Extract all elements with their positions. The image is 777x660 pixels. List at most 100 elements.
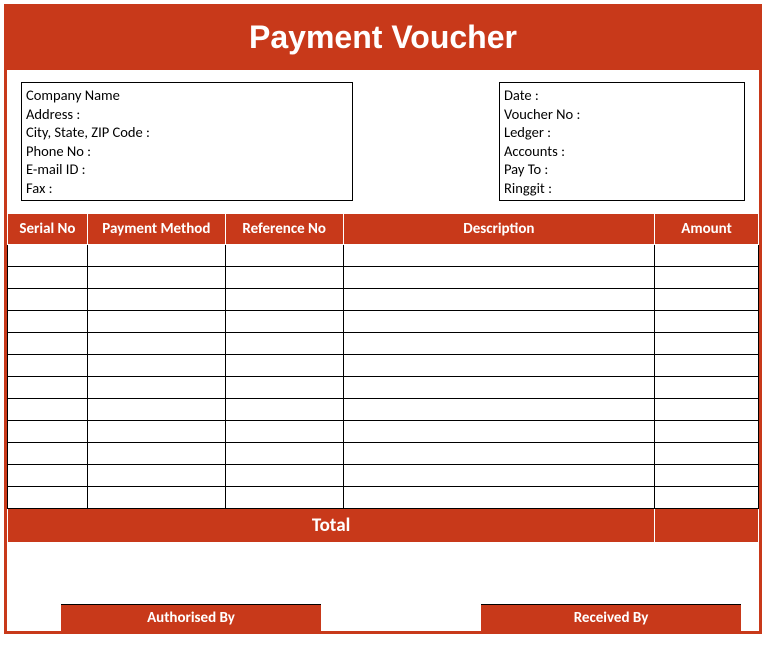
table-cell[interactable]: [8, 311, 88, 333]
company-name-label: Company Name: [26, 86, 346, 105]
table-cell[interactable]: [343, 333, 654, 355]
email-label: E-mail ID :: [26, 160, 346, 179]
received-block: Received By: [481, 545, 741, 631]
received-label: Received By: [481, 605, 741, 631]
table-cell[interactable]: [87, 421, 225, 443]
table-cell[interactable]: [655, 355, 759, 377]
table-row: [8, 355, 759, 377]
accounts-label: Accounts :: [504, 142, 738, 161]
table-cell[interactable]: [225, 465, 343, 487]
items-table: Serial No Payment Method Reference No De…: [7, 213, 759, 543]
table-cell[interactable]: [343, 267, 654, 289]
table-cell[interactable]: [87, 377, 225, 399]
table-cell[interactable]: [8, 289, 88, 311]
table-cell[interactable]: [343, 399, 654, 421]
table-cell[interactable]: [87, 267, 225, 289]
voucher-no-label: Voucher No :: [504, 105, 738, 124]
table-cell[interactable]: [225, 377, 343, 399]
table-row: [8, 245, 759, 267]
table-row: [8, 377, 759, 399]
table-cell[interactable]: [8, 355, 88, 377]
table-cell[interactable]: [225, 443, 343, 465]
authorised-sign-space: [61, 545, 321, 605]
col-amt: Amount: [655, 214, 759, 245]
table-cell[interactable]: [343, 245, 654, 267]
table-cell[interactable]: [8, 333, 88, 355]
authorised-label: Authorised By: [61, 605, 321, 631]
table-cell[interactable]: [8, 399, 88, 421]
ringgit-label: Ringgit :: [504, 179, 738, 198]
table-cell[interactable]: [8, 245, 88, 267]
city-state-zip-label: City, State, ZIP Code :: [26, 123, 346, 142]
table-cell[interactable]: [8, 267, 88, 289]
table-cell[interactable]: [8, 377, 88, 399]
table-cell[interactable]: [225, 487, 343, 509]
table-cell[interactable]: [8, 487, 88, 509]
table-cell[interactable]: [655, 289, 759, 311]
table-cell[interactable]: [655, 399, 759, 421]
table-cell[interactable]: [87, 245, 225, 267]
table-cell[interactable]: [655, 311, 759, 333]
table-cell[interactable]: [343, 377, 654, 399]
table-cell[interactable]: [655, 267, 759, 289]
fax-label: Fax :: [26, 179, 346, 198]
table-cell[interactable]: [225, 421, 343, 443]
table-cell[interactable]: [225, 289, 343, 311]
table-cell[interactable]: [655, 487, 759, 509]
table-row: [8, 399, 759, 421]
table-cell[interactable]: [225, 333, 343, 355]
table-cell[interactable]: [87, 399, 225, 421]
address-label: Address :: [26, 105, 346, 124]
table-cell[interactable]: [655, 333, 759, 355]
info-section: Company Name Address : City, State, ZIP …: [7, 70, 759, 211]
table-row: [8, 289, 759, 311]
ledger-label: Ledger :: [504, 123, 738, 142]
table-row: [8, 465, 759, 487]
received-sign-space: [481, 545, 741, 605]
total-amount-cell: [655, 509, 759, 543]
table-cell[interactable]: [87, 333, 225, 355]
table-cell[interactable]: [87, 487, 225, 509]
signature-section: Authorised By Received By: [7, 543, 759, 631]
table-row: [8, 311, 759, 333]
table-cell[interactable]: [87, 289, 225, 311]
table-cell[interactable]: [343, 465, 654, 487]
col-serial: Serial No: [8, 214, 88, 245]
table-cell[interactable]: [8, 465, 88, 487]
table-cell[interactable]: [343, 487, 654, 509]
table-cell[interactable]: [225, 399, 343, 421]
table-cell[interactable]: [343, 421, 654, 443]
table-cell[interactable]: [225, 311, 343, 333]
table-cell[interactable]: [343, 289, 654, 311]
table-cell[interactable]: [343, 443, 654, 465]
table-row: [8, 333, 759, 355]
table-row: [8, 267, 759, 289]
table-cell[interactable]: [343, 355, 654, 377]
table-cell[interactable]: [87, 311, 225, 333]
table-cell[interactable]: [225, 267, 343, 289]
table-cell[interactable]: [655, 377, 759, 399]
table-cell[interactable]: [655, 245, 759, 267]
table-cell[interactable]: [225, 245, 343, 267]
col-ref: Reference No: [225, 214, 343, 245]
table-cell[interactable]: [655, 421, 759, 443]
company-info-box: Company Name Address : City, State, ZIP …: [21, 82, 353, 201]
table-cell[interactable]: [87, 465, 225, 487]
voucher-details-box: Date : Voucher No : Ledger : Accounts : …: [499, 82, 745, 201]
table-cell[interactable]: [87, 443, 225, 465]
page-title: Payment Voucher: [7, 7, 759, 70]
table-cell[interactable]: [8, 443, 88, 465]
voucher-frame: Payment Voucher Company Name Address : C…: [4, 4, 762, 634]
payto-label: Pay To :: [504, 160, 738, 179]
table-cell[interactable]: [8, 421, 88, 443]
table-cell[interactable]: [225, 355, 343, 377]
table-row: [8, 443, 759, 465]
total-row: Total: [8, 509, 759, 543]
table-cell[interactable]: [343, 311, 654, 333]
authorised-block: Authorised By: [61, 545, 321, 631]
table-cell[interactable]: [655, 443, 759, 465]
table-cell[interactable]: [655, 465, 759, 487]
date-label: Date :: [504, 86, 738, 105]
phone-label: Phone No :: [26, 142, 346, 161]
table-cell[interactable]: [87, 355, 225, 377]
